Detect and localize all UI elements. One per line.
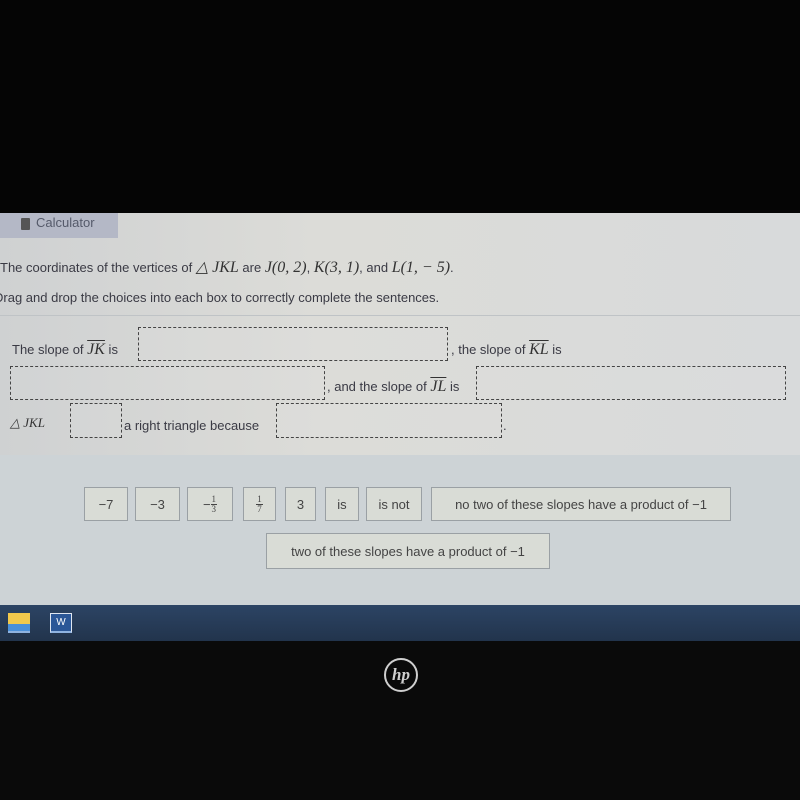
drop-box-slope-jk[interactable]: [138, 327, 448, 361]
sentence2-mid: , and the slope of JL is: [327, 378, 460, 395]
choice-neg-one-third[interactable]: −1 3: [187, 487, 233, 521]
instruction-text: Drag and drop the choices into each box …: [0, 290, 440, 305]
choice-3[interactable]: 3: [285, 487, 316, 521]
choice-is-not[interactable]: is not: [366, 487, 422, 521]
hp-logo: hp: [384, 658, 418, 692]
drop-box-slope-kl[interactable]: [10, 366, 325, 400]
drop-box-is-isnot[interactable]: [70, 403, 122, 438]
choices-tray: −7 −3 −1 3 17 3 is is not no two of these…: [0, 455, 800, 605]
divider: [0, 315, 800, 316]
drop-box-slope-jl[interactable]: [476, 366, 786, 400]
taskbar: W: [0, 605, 800, 641]
sentence1-prefix: The slope of JK is: [12, 341, 118, 358]
sentence3-mid: a right triangle because: [124, 418, 260, 433]
calculator-button[interactable]: Calculator: [0, 213, 118, 238]
app-screen: Calculator The coordinates of the vertic…: [0, 213, 800, 605]
choice-no-two-slopes[interactable]: no two of these slopes have a product of…: [431, 487, 731, 521]
file-explorer-icon[interactable]: [8, 613, 30, 633]
choice-is[interactable]: is: [325, 487, 359, 521]
question-text: The coordinates of the vertices of △ JKL…: [0, 259, 454, 276]
sentence3-triangle: △ JKL: [10, 415, 45, 430]
word-icon[interactable]: W: [50, 613, 72, 633]
drop-box-reason[interactable]: [276, 403, 502, 438]
calculator-icon: [21, 218, 30, 230]
choice-neg3[interactable]: −3: [135, 487, 180, 521]
sentence3-end: .: [503, 418, 507, 433]
choice-neg7[interactable]: −7: [84, 487, 128, 521]
sentence1-mid: , the slope of KL is: [451, 341, 562, 358]
choice-one-seventh[interactable]: 17: [243, 487, 276, 521]
choice-two-slopes[interactable]: two of these slopes have a product of −1: [266, 533, 550, 569]
